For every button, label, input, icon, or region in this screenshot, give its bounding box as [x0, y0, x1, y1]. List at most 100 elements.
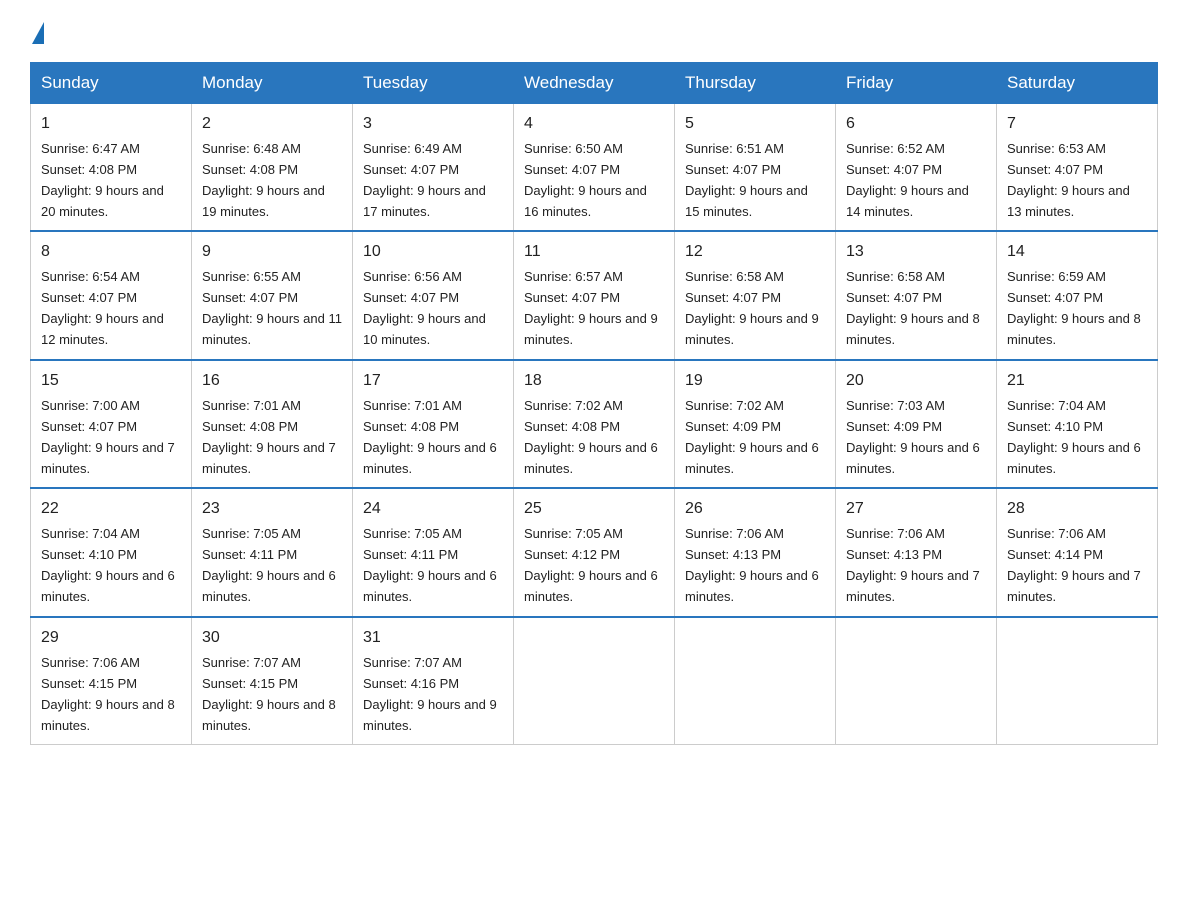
day-number: 16 — [202, 369, 342, 394]
day-info: Sunrise: 6:58 AMSunset: 4:07 PMDaylight:… — [685, 269, 819, 347]
day-info: Sunrise: 6:49 AMSunset: 4:07 PMDaylight:… — [363, 141, 486, 219]
day-info: Sunrise: 7:06 AMSunset: 4:13 PMDaylight:… — [846, 526, 980, 604]
calendar-cell: 23 Sunrise: 7:05 AMSunset: 4:11 PMDayligh… — [192, 488, 353, 616]
calendar-cell: 22 Sunrise: 7:04 AMSunset: 4:10 PMDayligh… — [31, 488, 192, 616]
calendar-cell: 20 Sunrise: 7:03 AMSunset: 4:09 PMDayligh… — [836, 360, 997, 488]
page-header — [30, 20, 1158, 44]
day-info: Sunrise: 7:02 AMSunset: 4:09 PMDaylight:… — [685, 398, 819, 476]
day-number: 13 — [846, 240, 986, 265]
day-info: Sunrise: 7:03 AMSunset: 4:09 PMDaylight:… — [846, 398, 980, 476]
day-number: 2 — [202, 112, 342, 137]
day-info: Sunrise: 6:53 AMSunset: 4:07 PMDaylight:… — [1007, 141, 1130, 219]
day-info: Sunrise: 7:06 AMSunset: 4:14 PMDaylight:… — [1007, 526, 1141, 604]
calendar-cell: 25Sunrise: 7:05 AMSunset: 4:12 PMDayligh… — [514, 488, 675, 616]
calendar-cell: 3Sunrise: 6:49 AMSunset: 4:07 PMDaylight… — [353, 104, 514, 232]
day-info: Sunrise: 6:56 AMSunset: 4:07 PMDaylight:… — [363, 269, 486, 347]
day-info: Sunrise: 7:01 AMSunset: 4:08 PMDaylight:… — [363, 398, 497, 476]
day-number: 23 — [202, 497, 342, 522]
day-number: 31 — [363, 626, 503, 651]
calendar-cell — [675, 617, 836, 745]
day-number: 26 — [685, 497, 825, 522]
day-number: 9 — [202, 240, 342, 265]
week-row-5: 29Sunrise: 7:06 AMSunset: 4:15 PMDayligh… — [31, 617, 1158, 745]
day-info: Sunrise: 6:54 AMSunset: 4:07 PMDaylight:… — [41, 269, 164, 347]
day-info: Sunrise: 6:50 AMSunset: 4:07 PMDaylight:… — [524, 141, 647, 219]
day-number: 11 — [524, 240, 664, 265]
day-info: Sunrise: 7:05 AMSunset: 4:12 PMDaylight:… — [524, 526, 658, 604]
day-info: Sunrise: 7:02 AMSunset: 4:08 PMDaylight:… — [524, 398, 658, 476]
calendar-cell: 1 Sunrise: 6:47 AMSunset: 4:08 PMDaylight… — [31, 104, 192, 232]
calendar-cell: 8 Sunrise: 6:54 AMSunset: 4:07 PMDaylight… — [31, 231, 192, 359]
calendar-cell: 9Sunrise: 6:55 AMSunset: 4:07 PMDaylight… — [192, 231, 353, 359]
calendar-cell: 13 Sunrise: 6:58 AMSunset: 4:07 PMDayligh… — [836, 231, 997, 359]
calendar-header-row: SundayMondayTuesdayWednesdayThursdayFrid… — [31, 63, 1158, 104]
day-number: 10 — [363, 240, 503, 265]
col-header-sunday: Sunday — [31, 63, 192, 104]
calendar-cell: 6 Sunrise: 6:52 AMSunset: 4:07 PMDaylight… — [836, 104, 997, 232]
day-number: 15 — [41, 369, 181, 394]
calendar-cell: 16 Sunrise: 7:01 AMSunset: 4:08 PMDayligh… — [192, 360, 353, 488]
calendar-cell: 28 Sunrise: 7:06 AMSunset: 4:14 PMDayligh… — [997, 488, 1158, 616]
week-row-4: 22 Sunrise: 7:04 AMSunset: 4:10 PMDayligh… — [31, 488, 1158, 616]
calendar-cell: 21 Sunrise: 7:04 AMSunset: 4:10 PMDayligh… — [997, 360, 1158, 488]
calendar-cell: 11Sunrise: 6:57 AMSunset: 4:07 PMDayligh… — [514, 231, 675, 359]
day-info: Sunrise: 7:06 AMSunset: 4:13 PMDaylight:… — [685, 526, 819, 604]
day-info: Sunrise: 7:01 AMSunset: 4:08 PMDaylight:… — [202, 398, 336, 476]
day-number: 21 — [1007, 369, 1147, 394]
col-header-thursday: Thursday — [675, 63, 836, 104]
day-number: 4 — [524, 112, 664, 137]
day-info: Sunrise: 6:58 AMSunset: 4:07 PMDaylight:… — [846, 269, 980, 347]
col-header-monday: Monday — [192, 63, 353, 104]
calendar-cell: 29Sunrise: 7:06 AMSunset: 4:15 PMDayligh… — [31, 617, 192, 745]
calendar-cell: 30Sunrise: 7:07 AMSunset: 4:15 PMDayligh… — [192, 617, 353, 745]
col-header-saturday: Saturday — [997, 63, 1158, 104]
calendar-cell: 24Sunrise: 7:05 AMSunset: 4:11 PMDayligh… — [353, 488, 514, 616]
day-info: Sunrise: 7:00 AMSunset: 4:07 PMDaylight:… — [41, 398, 175, 476]
day-number: 6 — [846, 112, 986, 137]
calendar-cell: 19 Sunrise: 7:02 AMSunset: 4:09 PMDayligh… — [675, 360, 836, 488]
calendar-cell — [997, 617, 1158, 745]
calendar-cell — [514, 617, 675, 745]
calendar-cell: 17Sunrise: 7:01 AMSunset: 4:08 PMDayligh… — [353, 360, 514, 488]
calendar-table: SundayMondayTuesdayWednesdayThursdayFrid… — [30, 62, 1158, 745]
day-number: 20 — [846, 369, 986, 394]
col-header-wednesday: Wednesday — [514, 63, 675, 104]
day-number: 22 — [41, 497, 181, 522]
day-info: Sunrise: 7:05 AMSunset: 4:11 PMDaylight:… — [202, 526, 336, 604]
day-info: Sunrise: 7:07 AMSunset: 4:15 PMDaylight:… — [202, 655, 336, 733]
day-number: 18 — [524, 369, 664, 394]
day-info: Sunrise: 6:47 AMSunset: 4:08 PMDaylight:… — [41, 141, 164, 219]
day-number: 5 — [685, 112, 825, 137]
day-number: 19 — [685, 369, 825, 394]
day-number: 14 — [1007, 240, 1147, 265]
day-info: Sunrise: 6:48 AMSunset: 4:08 PMDaylight:… — [202, 141, 325, 219]
calendar-cell: 31 Sunrise: 7:07 AMSunset: 4:16 PMDayligh… — [353, 617, 514, 745]
day-info: Sunrise: 7:05 AMSunset: 4:11 PMDaylight:… — [363, 526, 497, 604]
day-info: Sunrise: 6:52 AMSunset: 4:07 PMDaylight:… — [846, 141, 969, 219]
calendar-cell: 4 Sunrise: 6:50 AMSunset: 4:07 PMDaylight… — [514, 104, 675, 232]
col-header-friday: Friday — [836, 63, 997, 104]
logo — [30, 20, 44, 44]
col-header-tuesday: Tuesday — [353, 63, 514, 104]
calendar-cell — [836, 617, 997, 745]
day-number: 7 — [1007, 112, 1147, 137]
day-number: 1 — [41, 112, 181, 137]
calendar-cell: 5 Sunrise: 6:51 AMSunset: 4:07 PMDaylight… — [675, 104, 836, 232]
calendar-cell: 7 Sunrise: 6:53 AMSunset: 4:07 PMDaylight… — [997, 104, 1158, 232]
day-number: 28 — [1007, 497, 1147, 522]
week-row-2: 8 Sunrise: 6:54 AMSunset: 4:07 PMDaylight… — [31, 231, 1158, 359]
calendar-cell: 10 Sunrise: 6:56 AMSunset: 4:07 PMDayligh… — [353, 231, 514, 359]
day-info: Sunrise: 7:04 AMSunset: 4:10 PMDaylight:… — [1007, 398, 1141, 476]
calendar-cell: 12 Sunrise: 6:58 AMSunset: 4:07 PMDayligh… — [675, 231, 836, 359]
day-info: Sunrise: 6:51 AMSunset: 4:07 PMDaylight:… — [685, 141, 808, 219]
day-number: 12 — [685, 240, 825, 265]
calendar-cell: 15 Sunrise: 7:00 AMSunset: 4:07 PMDayligh… — [31, 360, 192, 488]
day-info: Sunrise: 7:07 AMSunset: 4:16 PMDaylight:… — [363, 655, 497, 733]
day-number: 8 — [41, 240, 181, 265]
calendar-cell: 2 Sunrise: 6:48 AMSunset: 4:08 PMDaylight… — [192, 104, 353, 232]
calendar-cell: 27Sunrise: 7:06 AMSunset: 4:13 PMDayligh… — [836, 488, 997, 616]
day-info: Sunrise: 6:59 AMSunset: 4:07 PMDaylight:… — [1007, 269, 1141, 347]
day-info: Sunrise: 7:06 AMSunset: 4:15 PMDaylight:… — [41, 655, 175, 733]
day-info: Sunrise: 7:04 AMSunset: 4:10 PMDaylight:… — [41, 526, 175, 604]
week-row-1: 1 Sunrise: 6:47 AMSunset: 4:08 PMDaylight… — [31, 104, 1158, 232]
